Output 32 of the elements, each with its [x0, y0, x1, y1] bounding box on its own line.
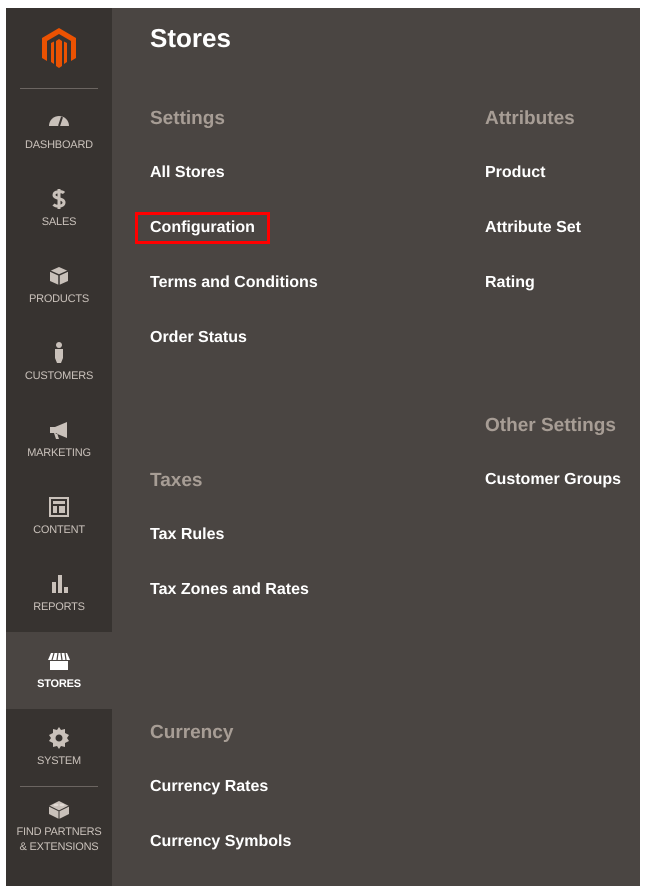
menu-link[interactable]: Product	[485, 162, 546, 184]
menu-link[interactable]: Rating	[485, 272, 535, 294]
layout-icon	[47, 495, 71, 519]
settings-icon	[47, 726, 71, 750]
box-icon	[47, 264, 71, 288]
sidebar-item[interactable]: DASHBOARD	[6, 93, 112, 170]
menu-link[interactable]: Terms and Conditions	[150, 272, 318, 294]
menu-link[interactable]: Order Status	[150, 327, 247, 349]
menu-link[interactable]: Currency Rates	[150, 776, 268, 798]
menu-link[interactable]: Attribute Set	[485, 217, 581, 239]
section-heading: Settings	[150, 107, 226, 131]
sidebar-item[interactable]: CUSTOMERS	[6, 324, 112, 401]
menu-link[interactable]: Configuration	[135, 212, 270, 244]
section-heading: Taxes	[150, 469, 204, 493]
menu-link[interactable]: Tax Zones and Rates	[150, 579, 309, 601]
menu-link[interactable]: Tax Rules	[150, 524, 224, 546]
sidebar-item[interactable]: PRODUCTS	[6, 247, 112, 324]
menu-link[interactable]: All Stores	[150, 162, 225, 184]
page-title: Stores	[150, 22, 232, 54]
menu-link[interactable]: Customer Groups	[485, 469, 622, 491]
logo-icon[interactable]	[42, 28, 76, 68]
sidebar-item[interactable]: CONTENT	[6, 478, 112, 555]
sidebar-item[interactable]: SALES	[6, 170, 112, 247]
section-heading: Other Settings	[485, 414, 617, 438]
sidebar-item[interactable]: FIND PARTNERS & EXTENSIONS	[6, 787, 112, 864]
sidebar-item[interactable]: SYSTEM	[6, 709, 112, 786]
sidebar-item[interactable]: STORES	[6, 632, 112, 709]
menu-link[interactable]: Currency Symbols	[150, 831, 292, 853]
section-heading: Currency	[150, 721, 234, 745]
sidebar-item[interactable]: REPORTS	[6, 555, 112, 632]
section-heading: Attributes	[485, 107, 576, 131]
sidebar-item[interactable]: MARKETING	[6, 401, 112, 478]
